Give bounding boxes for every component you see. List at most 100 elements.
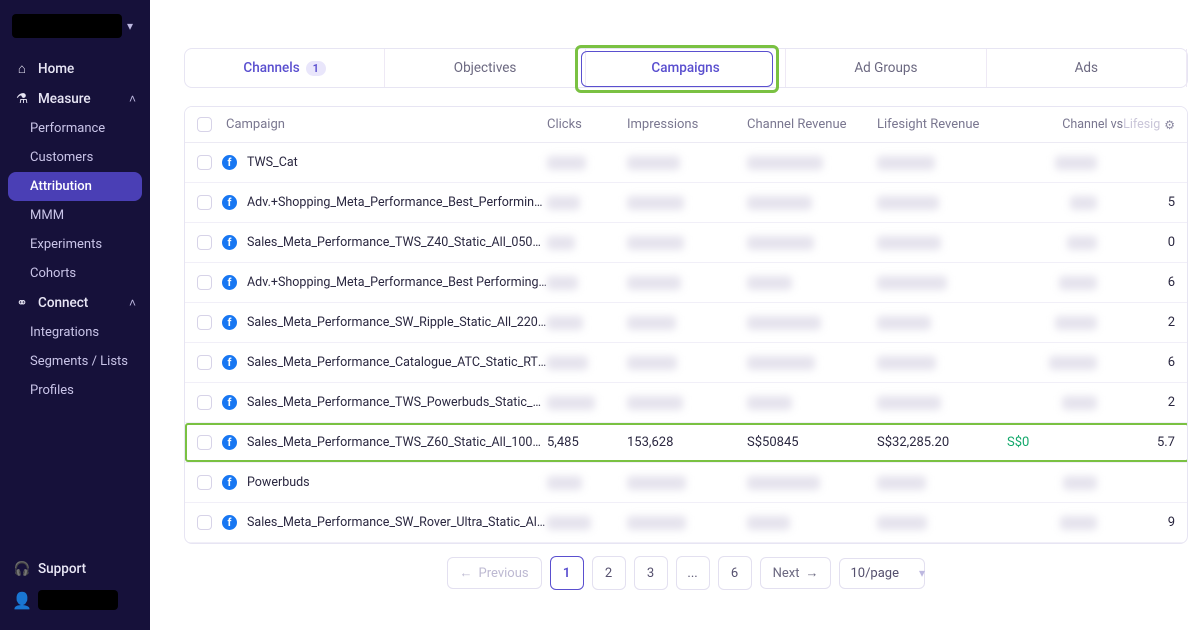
nav-mmm[interactable]: MMM [0, 201, 150, 230]
nav-attribution[interactable]: Attribution [8, 172, 142, 201]
row-checkbox[interactable] [197, 475, 212, 490]
cell-channel-vs: 5.7 [1097, 435, 1175, 450]
th-text: Channel vs [1062, 117, 1123, 132]
cell-blurred [1007, 476, 1097, 490]
nav-measure[interactable]: ⚗Measure ˄ [0, 84, 150, 114]
facebook-icon: f [222, 395, 237, 410]
tab-ads[interactable]: Ads [987, 49, 1187, 87]
nav-profiles[interactable]: Profiles [0, 376, 150, 405]
cell-blurred [547, 276, 627, 290]
nav-segments[interactable]: Segments / Lists [0, 347, 150, 376]
cell-blurred [627, 276, 747, 290]
th-channel-revenue[interactable]: Channel Revenue [747, 117, 877, 132]
cell-blurred [877, 236, 1007, 250]
cell-channel-vs: 6 [1097, 355, 1175, 370]
table-row[interactable]: fTWS_Cat [185, 143, 1187, 183]
row-checkbox[interactable] [197, 355, 212, 370]
cell-blurred [747, 356, 877, 370]
tab-adgroups[interactable]: Ad Groups [786, 49, 986, 87]
table-row[interactable]: fSales_Meta_Performance_SW_Ripple_Static… [185, 303, 1187, 343]
page-1[interactable]: 1 [550, 556, 584, 590]
table-row[interactable]: fSales_Meta_Performance_SW_Rover_Ultra_S… [185, 503, 1187, 543]
nav-support-label: Support [38, 561, 86, 577]
cell-blurred [547, 356, 627, 370]
row-checkbox[interactable] [197, 515, 212, 530]
th-impressions[interactable]: Impressions [627, 117, 747, 132]
cell-blurred [1007, 316, 1097, 330]
row-checkbox[interactable] [197, 395, 212, 410]
gear-icon[interactable]: ⚙ [1164, 118, 1175, 132]
chevron-up-icon: ˄ [129, 296, 136, 310]
table-row[interactable]: fPowerbuds [185, 463, 1187, 503]
row-checkbox[interactable] [197, 195, 212, 210]
table-row[interactable]: fSales_Meta_Performance_Catalogue_ATC_St… [185, 343, 1187, 383]
nav-experiments[interactable]: Experiments [0, 230, 150, 259]
nav-performance[interactable]: Performance [0, 114, 150, 143]
chevron-down-icon[interactable]: ▾ [122, 18, 138, 34]
nav-sub-label: Cohorts [30, 266, 76, 281]
tab-objectives[interactable]: Objectives [385, 49, 585, 87]
nav-home[interactable]: ⌂Home [0, 54, 150, 84]
per-page-select[interactable]: 10/page▾ [839, 558, 925, 589]
cell-blurred [877, 476, 1007, 490]
table-row[interactable]: f Sales_Meta_Performance_TWS_Z60_Static_A… [185, 423, 1187, 463]
cell-blurred [547, 196, 627, 210]
row-checkbox[interactable] [197, 435, 212, 450]
campaign-name: TWS_Cat [247, 155, 298, 170]
facebook-icon: f [222, 275, 237, 290]
campaign-name: Sales_Meta_Performance_TWS_Z60_Static_Al… [247, 435, 547, 450]
cell-blurred [1007, 396, 1097, 410]
page-2[interactable]: 2 [592, 556, 626, 590]
cell-blurred [747, 396, 877, 410]
sidebar-bottom: 🎧Support 👤 [0, 546, 150, 630]
nav-integrations[interactable]: Integrations [0, 318, 150, 347]
row-checkbox[interactable] [197, 275, 212, 290]
campaign-name: Powerbuds [247, 475, 310, 490]
prev-button[interactable]: ←Previous [447, 557, 542, 589]
cell-blurred [627, 236, 747, 250]
cell-impressions: 153,628 [627, 435, 747, 450]
cell-blurred [547, 516, 627, 530]
tabs: Channels 1 Objectives Campaigns Ad Group… [184, 48, 1188, 88]
cell-blurred [1007, 276, 1097, 290]
campaign-name: Adv.+Shopping_Meta_Performance_Best_Perf… [247, 195, 547, 210]
table-row[interactable]: fSales_Meta_Performance_TWS_Powerbuds_St… [185, 383, 1187, 423]
nav-cohorts[interactable]: Cohorts [0, 259, 150, 288]
nav-customers[interactable]: Customers [0, 143, 150, 172]
table-row[interactable]: fAdv.+Shopping_Meta_Performance_Best_Per… [185, 183, 1187, 223]
user-icon: 👤 [14, 592, 30, 608]
next-button[interactable]: Next→ [760, 557, 832, 589]
th-campaign[interactable]: Campaign [226, 117, 285, 132]
table-row[interactable]: fSales_Meta_Performance_TWS_Z40_Static_A… [185, 223, 1187, 263]
table-header: Campaign Clicks Impressions Channel Reve… [185, 107, 1187, 143]
user-row[interactable]: 👤 [0, 584, 150, 616]
tab-label: Ads [1075, 60, 1098, 76]
campaign-name: Sales_Meta_Performance_Catalogue_ATC_Sta… [247, 355, 547, 370]
nav-support[interactable]: 🎧Support [0, 554, 150, 584]
cell-blurred [1007, 236, 1097, 250]
tab-channels[interactable]: Channels 1 [185, 49, 385, 87]
th-clicks[interactable]: Clicks [547, 117, 627, 132]
nav-connect[interactable]: ⚭Connect ˄ [0, 288, 150, 318]
main: Channels 1 Objectives Campaigns Ad Group… [150, 0, 1200, 630]
facebook-icon: f [222, 435, 237, 450]
page-6[interactable]: 6 [718, 556, 752, 590]
row-checkbox[interactable] [197, 155, 212, 170]
row-checkbox[interactable] [197, 315, 212, 330]
nav-sub-label: Integrations [30, 325, 99, 340]
select-all-checkbox[interactable] [197, 117, 212, 132]
cell-blurred [877, 516, 1007, 530]
brand-logo [12, 14, 122, 38]
cell-channel-vs: 2 [1097, 395, 1175, 410]
tab-campaigns[interactable]: Campaigns [586, 49, 786, 87]
cell-blurred [547, 476, 627, 490]
table-row[interactable]: fAdv.+Shopping_Meta_Performance_Best Per… [185, 263, 1187, 303]
th-lifesight-revenue[interactable]: Lifesight Revenue [877, 117, 1007, 132]
row-checkbox[interactable] [197, 235, 212, 250]
page-ellipsis[interactable]: ... [676, 556, 710, 590]
cell-channel-vs: 0 [1097, 235, 1175, 250]
user-name-redacted [38, 590, 118, 610]
page-3[interactable]: 3 [634, 556, 668, 590]
cell-blurred [627, 476, 747, 490]
th-channel-vs[interactable]: Channel vs Lifesig⚙ [1007, 117, 1175, 132]
